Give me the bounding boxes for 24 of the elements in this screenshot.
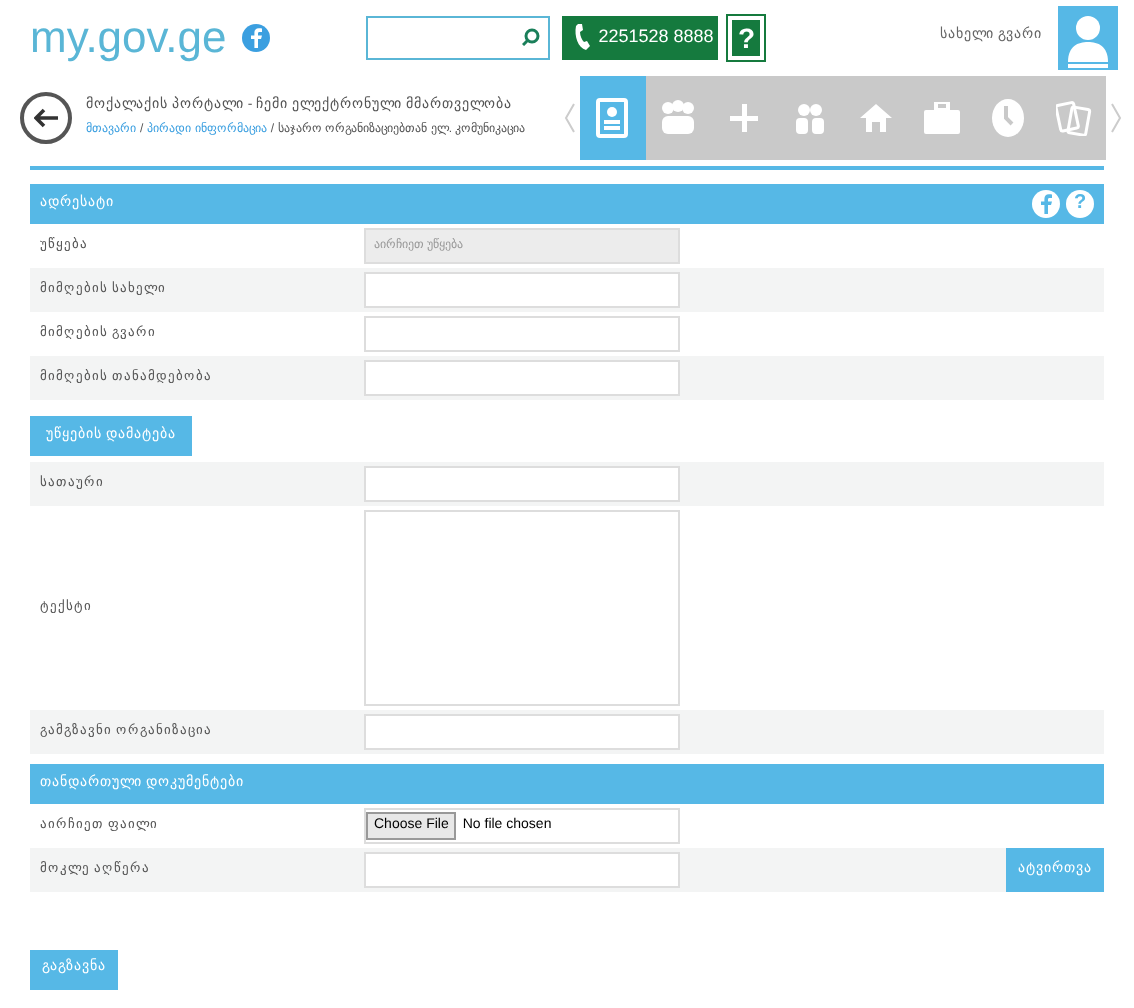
site-logo[interactable]: my.gov.ge bbox=[30, 15, 227, 59]
input-field[interactable] bbox=[364, 714, 680, 751]
facebook-icon[interactable] bbox=[1032, 190, 1060, 218]
chevron-right-icon[interactable] bbox=[1110, 102, 1122, 134]
help-button[interactable]: ? bbox=[1066, 190, 1094, 218]
phone-icon bbox=[574, 24, 591, 50]
facebook-icon[interactable] bbox=[242, 23, 271, 51]
id-card-icon[interactable] bbox=[580, 76, 646, 160]
input-field[interactable] bbox=[364, 466, 680, 503]
search-field[interactable] bbox=[366, 15, 551, 59]
phone-button[interactable]: 2251528 8888 bbox=[562, 15, 719, 59]
input-field[interactable] bbox=[364, 360, 680, 396]
chevron-left-icon[interactable] bbox=[564, 102, 576, 134]
input-field[interactable] bbox=[364, 272, 680, 308]
back-button[interactable] bbox=[20, 92, 72, 144]
search-icon[interactable] bbox=[522, 28, 541, 46]
share-and-help-buttons[interactable]: ? bbox=[1032, 190, 1094, 218]
avatar-icon[interactable] bbox=[1058, 5, 1118, 69]
input-field[interactable] bbox=[364, 316, 680, 352]
arrow-left-icon bbox=[34, 108, 58, 128]
text-area[interactable] bbox=[364, 510, 680, 707]
phone-number: 2251528 8888 bbox=[598, 23, 714, 50]
input-field[interactable] bbox=[364, 852, 680, 889]
help-button[interactable]: ? bbox=[728, 15, 765, 59]
